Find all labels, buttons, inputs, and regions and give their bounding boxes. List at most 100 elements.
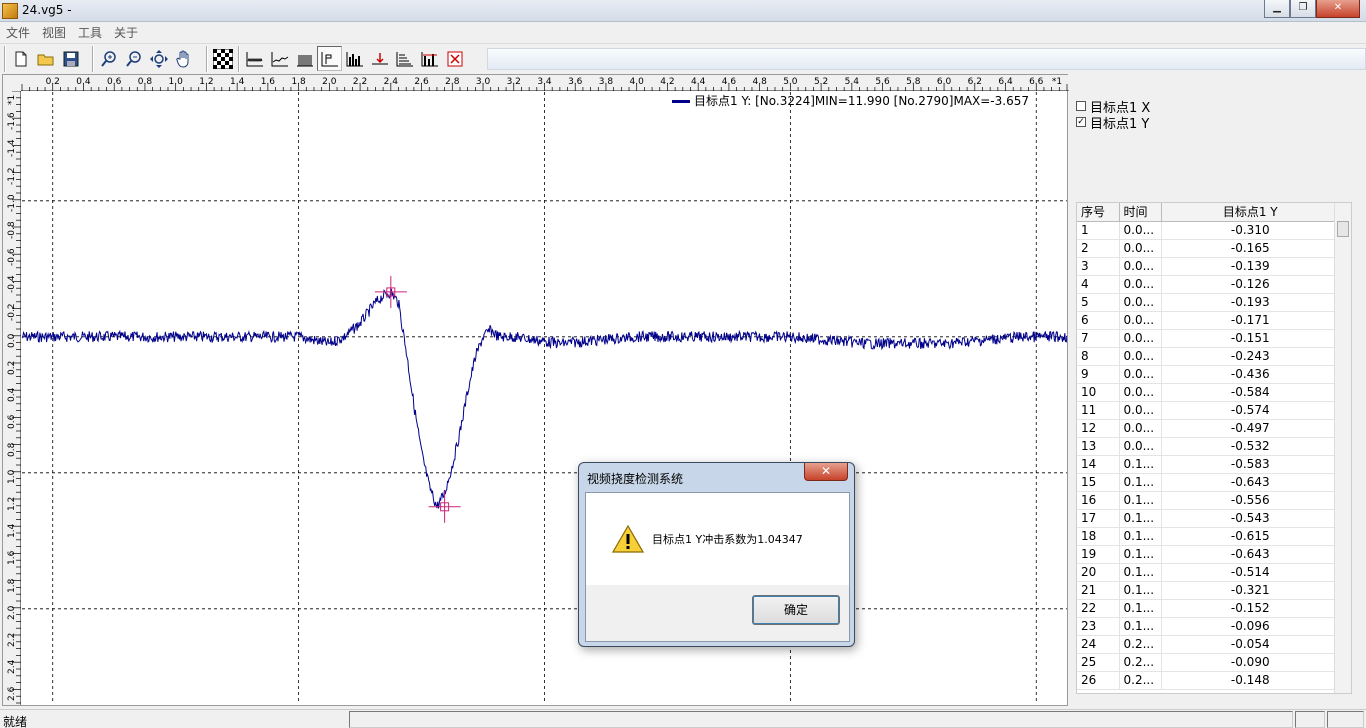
table-row[interactable]: 12 0.0... -0.497 [1077,419,1336,438]
cell-value: -0.643 [1161,473,1336,492]
table-row[interactable]: 6 0.0... -0.171 [1077,311,1336,330]
table-row[interactable]: 11 0.0... -0.574 [1077,401,1336,420]
y-tick-label: -0.6 [7,248,17,267]
window-title: 24.vg5 - [22,3,72,17]
table-row[interactable]: 5 0.0... -0.193 [1077,293,1336,312]
series-check-y[interactable]: ✓ 目标点1 Y [1076,114,1150,132]
cell-time: 0.1... [1119,599,1162,618]
chart-mode-7-button[interactable] [392,46,417,71]
save-button[interactable] [58,46,83,71]
table-row[interactable]: 16 0.1... -0.556 [1077,491,1336,510]
menu-about[interactable]: 关于 [108,22,144,41]
table-row[interactable]: 10 0.0... -0.584 [1077,383,1336,402]
menu-tools[interactable]: 工具 [72,22,108,41]
y-tick-label: 0.0 [7,333,17,348]
new-file-button[interactable] [8,46,33,71]
chart-mode-8-button[interactable] [417,46,442,71]
table-row[interactable]: 2 0.0... -0.165 [1077,239,1336,258]
peak-chart-icon [321,51,338,66]
x-tick-label: 2.2 [352,77,368,87]
cell-index: 22 [1077,599,1120,618]
table-row[interactable]: 9 0.0... -0.436 [1077,365,1336,384]
x-tick-label: 4.2 [660,77,675,87]
table-row[interactable]: 1 0.0... -0.310 [1077,221,1336,240]
x-tick-label: 3.4 [537,77,552,87]
table-row[interactable]: 20 0.1... -0.514 [1077,563,1336,582]
cell-value: -0.514 [1161,563,1336,582]
table-row[interactable]: 23 0.1... -0.096 [1077,617,1336,636]
table-scrollbar[interactable] [1334,203,1351,693]
delete-button[interactable] [442,46,467,71]
cell-time: 0.0... [1119,347,1162,366]
zoom-out-button[interactable] [121,46,146,71]
checkbox-x[interactable] [1076,101,1086,111]
x-tick-label: 5.4 [844,77,860,87]
x-tick-label: 0.4 [76,77,91,87]
table-row[interactable]: 13 0.0... -0.532 [1077,437,1336,456]
zoom-in-icon [100,50,116,67]
warning-icon [612,525,644,553]
column-header-index[interactable]: 序号 [1077,203,1120,222]
table-row[interactable]: 17 0.1... -0.543 [1077,509,1336,528]
table-row[interactable]: 14 0.1... -0.583 [1077,455,1336,474]
menu-view[interactable]: 视图 [36,22,72,41]
histogram-icon [346,51,363,66]
checker-button[interactable] [210,46,235,71]
table-row[interactable]: 4 0.0... -0.126 [1077,275,1336,294]
cell-index: 2 [1077,239,1120,258]
cell-index: 19 [1077,545,1120,564]
chart-mode-6-button[interactable] [367,46,392,71]
table-row[interactable]: 3 0.0... -0.139 [1077,257,1336,276]
y-tick-label: -1.2 [7,167,17,185]
table-row[interactable]: 15 0.1... -0.643 [1077,473,1336,492]
table-row[interactable]: 21 0.1... -0.321 [1077,581,1336,600]
minimize-button[interactable]: ▁ [1264,0,1290,18]
column-header-value[interactable]: 目标点1 Y [1161,203,1336,222]
chart-mode-4-button[interactable] [317,46,342,71]
x-tick-label: 3.0 [475,77,491,87]
line-chart-icon [271,51,288,66]
cell-index: 15 [1077,473,1120,492]
zoom-in-button[interactable] [96,46,121,71]
dialog-close-button[interactable]: ✕ [804,463,848,481]
table-row[interactable]: 26 0.2... -0.148 [1077,671,1336,690]
line-chart[interactable] [22,92,1067,704]
x-tick-label: 1.0 [168,77,183,87]
chart-mode-5-button[interactable] [342,46,367,71]
y-tick-label: 2.4 [7,659,17,675]
pan-button[interactable] [171,46,196,71]
table-row[interactable]: 22 0.1... -0.152 [1077,599,1336,618]
fit-view-button[interactable] [146,46,171,71]
cell-index: 7 [1077,329,1120,348]
scroll-thumb[interactable] [1337,221,1349,237]
menu-file[interactable]: 文件 [0,22,36,41]
column-header-time[interactable]: 时间 [1119,203,1162,222]
cell-value: -0.165 [1161,239,1336,258]
table-row[interactable]: 19 0.1... -0.643 [1077,545,1336,564]
table-row[interactable]: 25 0.2... -0.090 [1077,653,1336,672]
cell-index: 23 [1077,617,1120,636]
x-tick-label: 3.2 [506,77,521,87]
chart-mode-2-button[interactable] [267,46,292,71]
cell-index: 11 [1077,401,1120,420]
cell-time: 0.1... [1119,491,1162,510]
dialog-body: 目标点1 Y冲击系数为1.04347 确定 [585,492,850,642]
ok-button[interactable]: 确定 [752,595,840,625]
dialog-message-area: 目标点1 Y冲击系数为1.04347 [586,493,849,585]
open-folder-button[interactable] [33,46,58,71]
cell-value: -0.574 [1161,401,1336,420]
cell-value: -0.171 [1161,311,1336,330]
close-button[interactable]: ✕ [1316,0,1360,18]
x-tick-label: 4.4 [691,77,706,87]
zoom-out-icon [125,50,141,67]
checkbox-y[interactable]: ✓ [1076,117,1086,127]
restore-button[interactable]: ❐ [1290,0,1316,18]
table-row[interactable]: 8 0.0... -0.243 [1077,347,1336,366]
table-row[interactable]: 24 0.2... -0.054 [1077,635,1336,654]
y-tick-label: -0.4 [7,275,17,294]
cell-value: -0.096 [1161,617,1336,636]
table-row[interactable]: 18 0.1... -0.615 [1077,527,1336,546]
table-row[interactable]: 7 0.0... -0.151 [1077,329,1336,348]
chart-mode-1-button[interactable] [242,46,267,71]
chart-mode-3-button[interactable] [292,46,317,71]
